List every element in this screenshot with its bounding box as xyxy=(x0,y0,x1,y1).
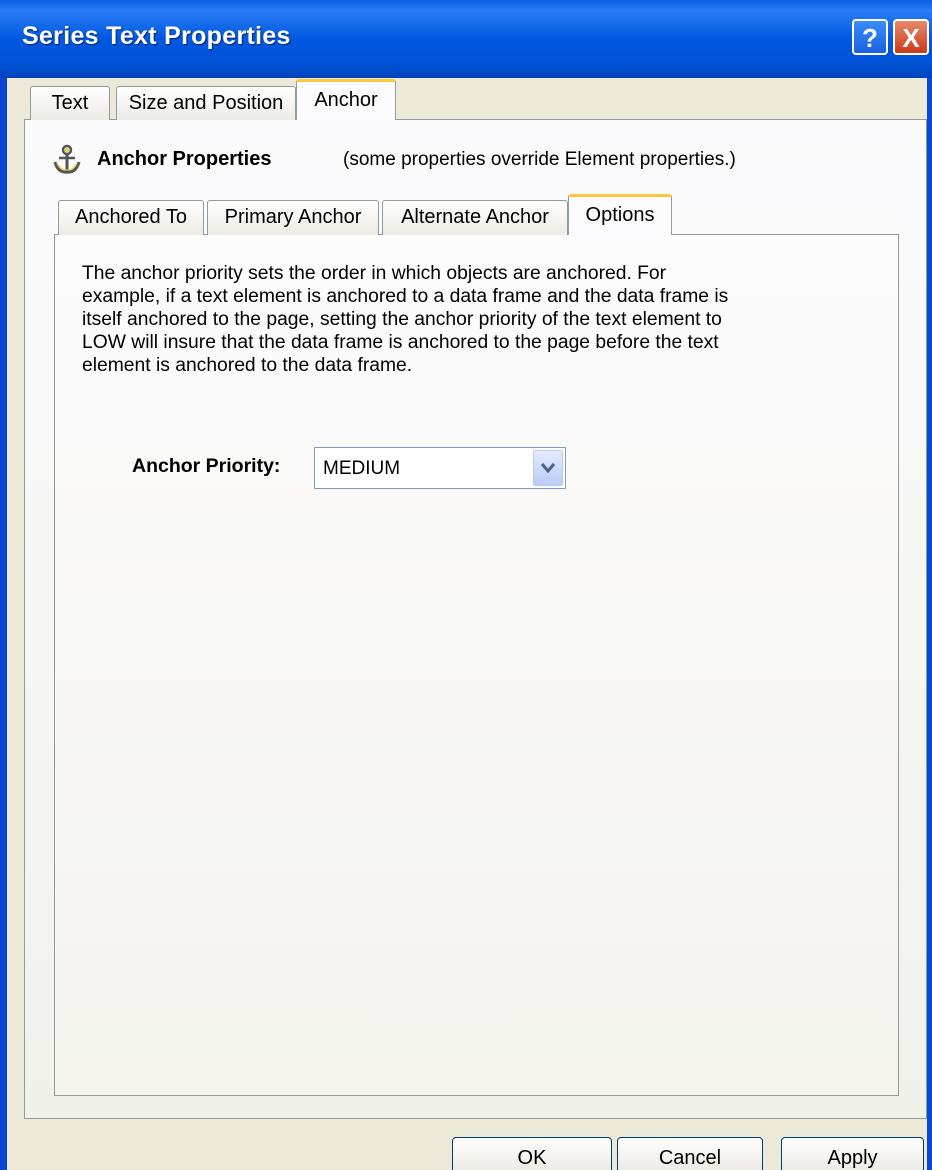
subtab-options[interactable]: Options xyxy=(568,194,672,235)
dialog-window: Series Text Properties ? X Text Size and… xyxy=(0,0,932,1170)
tab-anchor[interactable]: Anchor xyxy=(296,79,396,120)
help-button[interactable]: ? xyxy=(852,19,888,55)
description-line: itself anchored to the page, setting the… xyxy=(82,309,722,330)
tab-text[interactable]: Text xyxy=(30,86,110,120)
chevron-down-icon xyxy=(540,463,556,474)
title-bar[interactable]: Series Text Properties ? X xyxy=(0,0,932,78)
subtab-anchored-to[interactable]: Anchored To xyxy=(58,200,204,235)
subtab-alternate-anchor[interactable]: Alternate Anchor xyxy=(382,200,568,235)
subtab-primary-anchor[interactable]: Primary Anchor xyxy=(207,200,379,235)
anchor-priority-description: The anchor priority sets the order in wh… xyxy=(82,262,872,377)
anchor-icon xyxy=(53,144,81,174)
ok-button[interactable]: OK xyxy=(452,1137,612,1170)
anchor-properties-note: (some properties override Element proper… xyxy=(343,149,736,170)
cancel-button[interactable]: Cancel xyxy=(617,1137,763,1170)
dropdown-button[interactable] xyxy=(533,450,563,486)
window-frame-right xyxy=(927,78,932,1170)
description-line: element is anchored to the data frame. xyxy=(82,355,413,376)
description-line: example, if a text element is anchored t… xyxy=(82,286,729,307)
window-title: Series Text Properties xyxy=(22,22,291,50)
anchor-priority-value: MEDIUM xyxy=(323,458,401,479)
tab-size-and-position[interactable]: Size and Position xyxy=(116,86,296,120)
anchor-properties-title: Anchor Properties xyxy=(97,148,272,170)
anchor-priority-select[interactable]: MEDIUM xyxy=(314,447,566,489)
description-line: LOW will insure that the data frame is a… xyxy=(82,332,719,353)
window-frame-left xyxy=(0,78,7,1170)
description-line: The anchor priority sets the order in wh… xyxy=(82,263,667,284)
close-button[interactable]: X xyxy=(893,19,929,55)
anchor-priority-label: Anchor Priority: xyxy=(132,455,281,477)
apply-button[interactable]: Apply xyxy=(781,1137,924,1170)
